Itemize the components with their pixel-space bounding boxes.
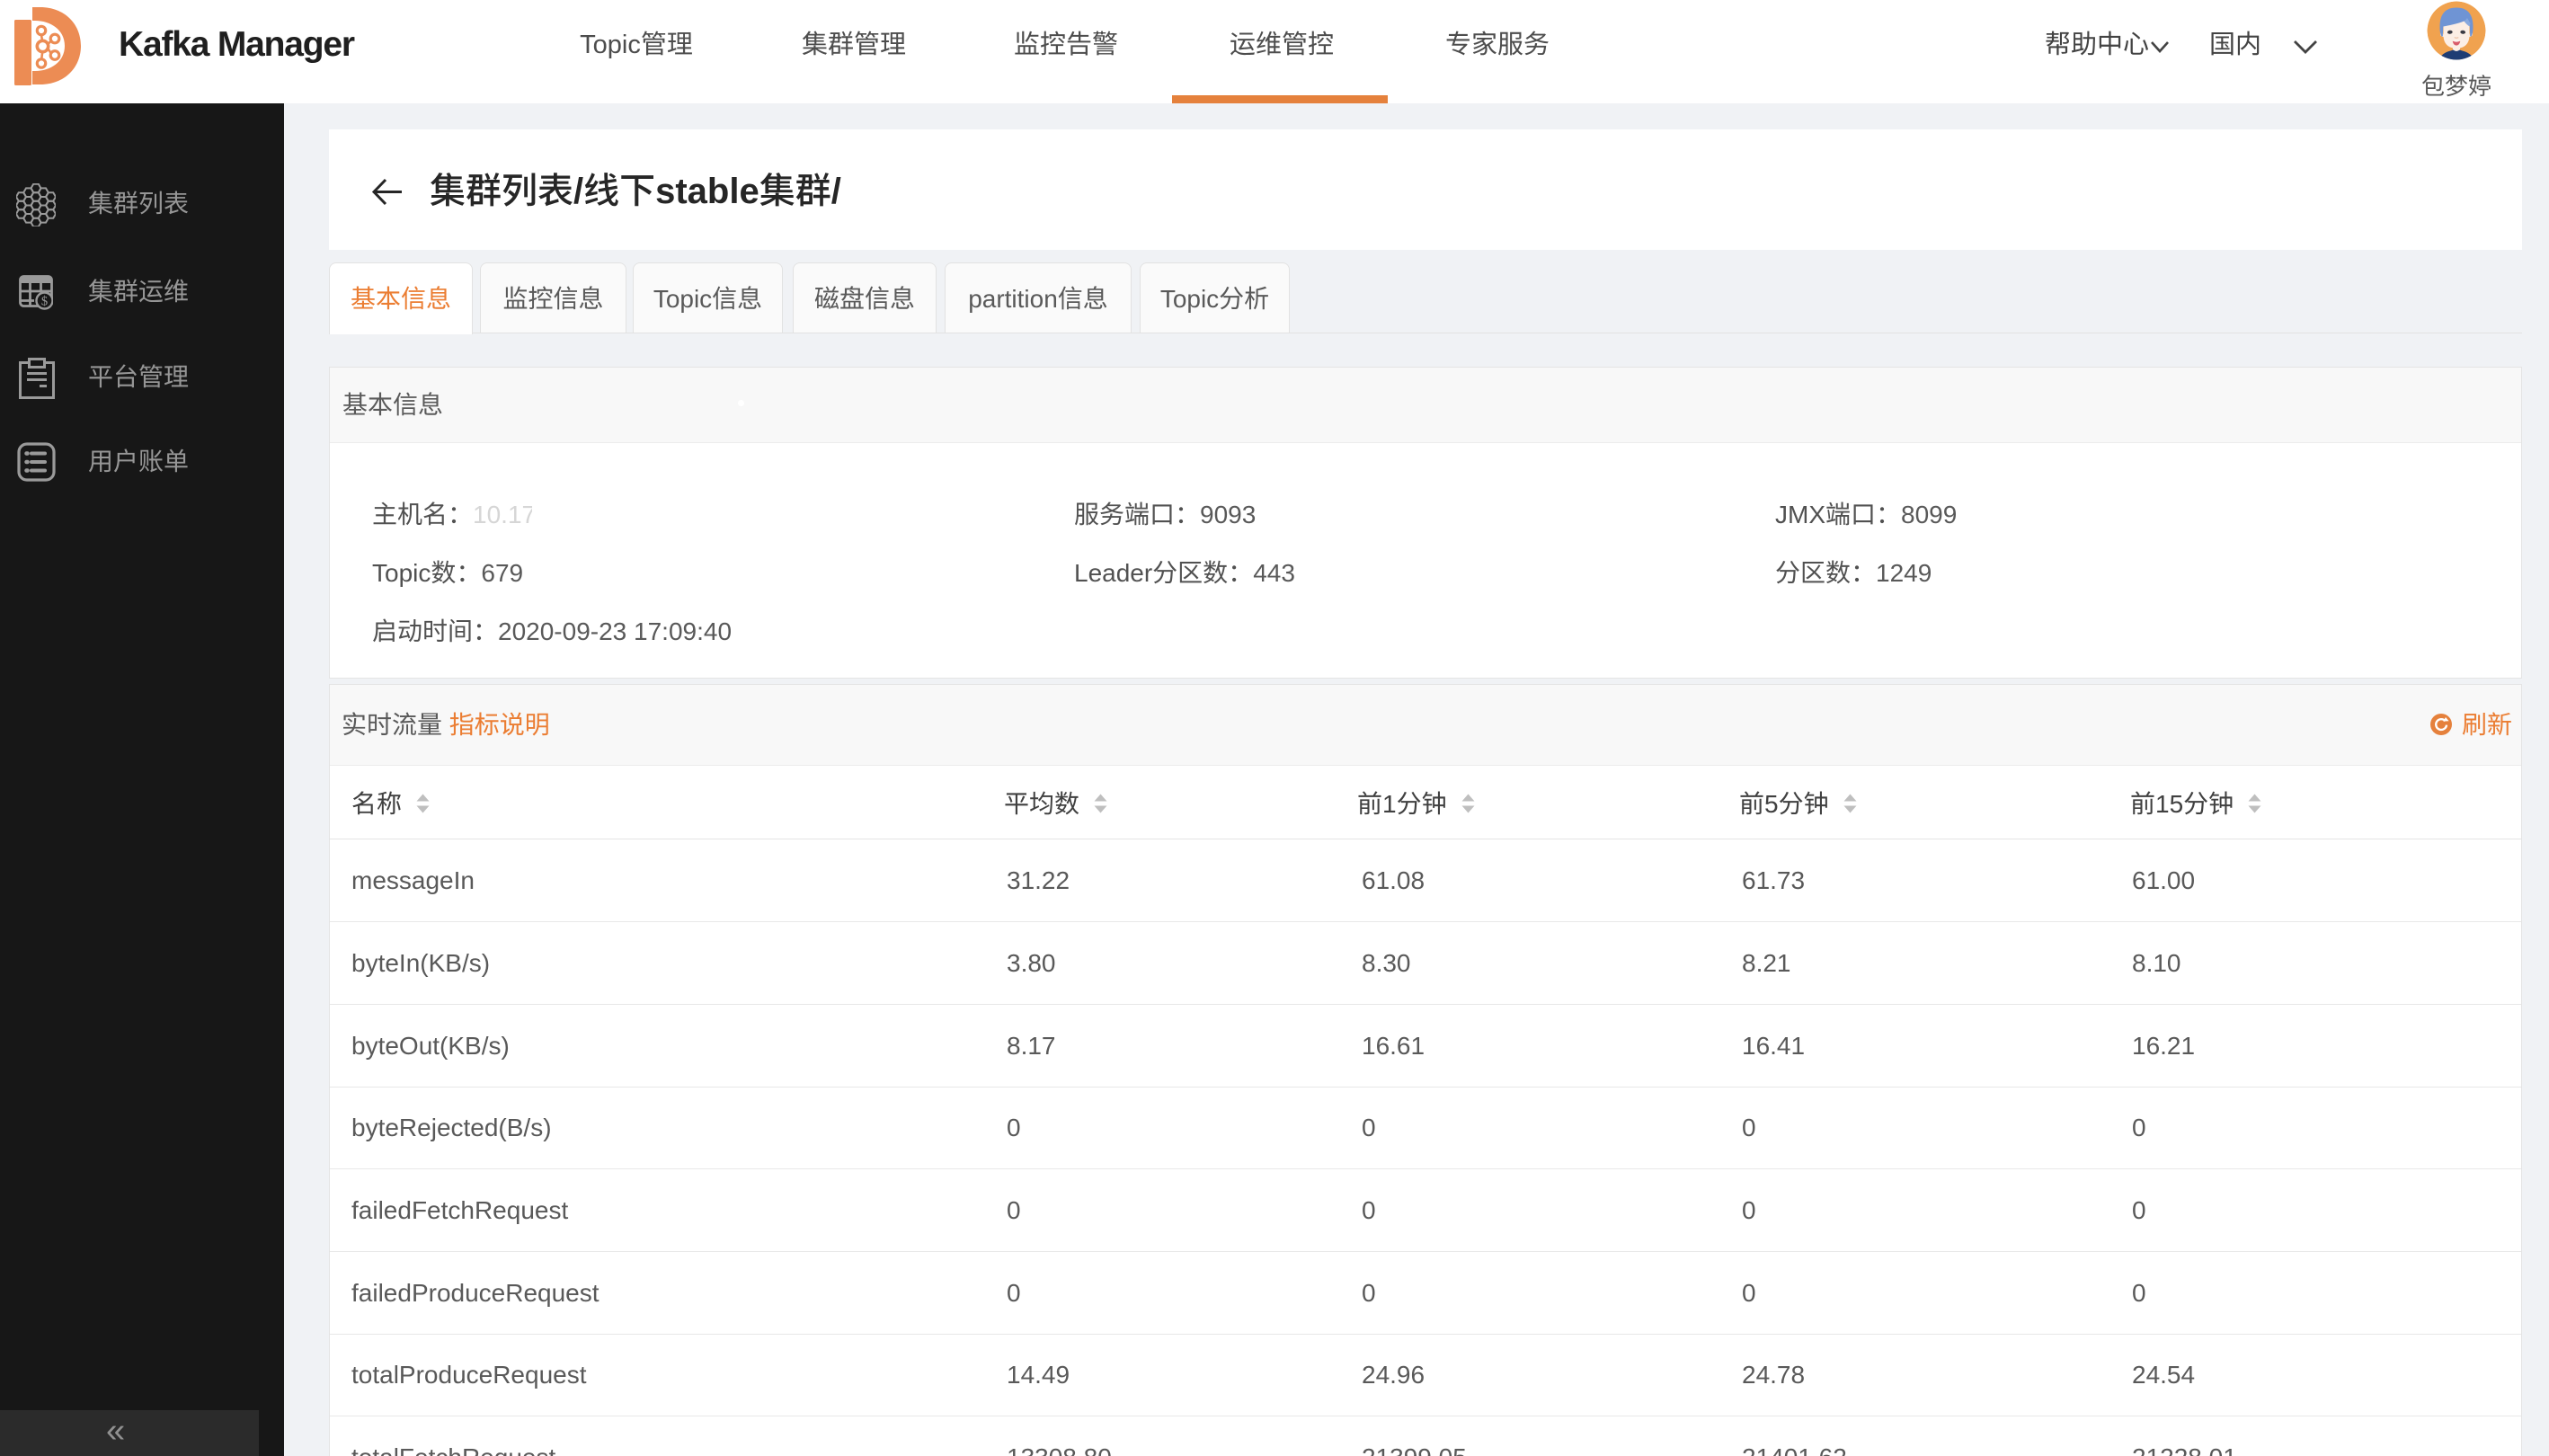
svg-text:$: $ — [41, 295, 48, 309]
